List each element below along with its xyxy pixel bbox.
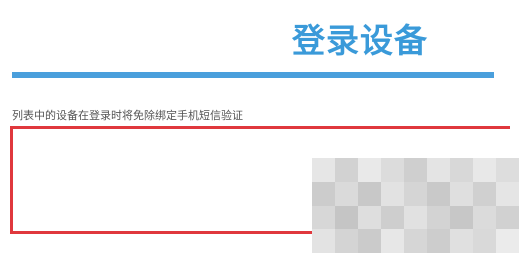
mosaic-cell	[312, 181, 335, 206]
mosaic-cell	[450, 205, 473, 230]
mosaic-cell	[473, 229, 496, 253]
mosaic-cell	[496, 205, 519, 230]
mosaic-cell	[358, 181, 381, 206]
mosaic-cell	[335, 158, 358, 182]
mosaic-cell	[427, 181, 450, 206]
mosaic-cell	[427, 158, 450, 182]
mosaic-cell	[473, 158, 496, 182]
mosaic-cell	[496, 158, 519, 182]
mosaic-cell	[358, 205, 381, 230]
mosaic-cell	[473, 205, 496, 230]
title-underline	[12, 72, 494, 78]
page-title: 登录设备	[292, 21, 428, 60]
mosaic-cell	[358, 229, 381, 253]
mosaic-cell	[335, 229, 358, 253]
mosaic-cell	[427, 205, 450, 230]
mosaic-cell	[496, 229, 519, 253]
mosaic-cell	[427, 229, 450, 253]
mosaic-cell	[381, 229, 404, 253]
mosaic-cell	[358, 158, 381, 182]
mosaic-cell	[404, 205, 427, 230]
mosaic-cell	[450, 229, 473, 253]
pixelated-mosaic-image	[312, 158, 519, 253]
device-list-description: 列表中的设备在登录时将免除绑定手机短信验证	[12, 109, 243, 122]
mosaic-cell	[381, 205, 404, 230]
mosaic-cell	[335, 181, 358, 206]
mosaic-cell	[404, 158, 427, 182]
mosaic-cell	[312, 229, 335, 253]
mosaic-cell	[404, 229, 427, 253]
mosaic-cell	[335, 205, 358, 230]
mosaic-cell	[496, 181, 519, 206]
mosaic-cell	[473, 181, 496, 206]
mosaic-cell	[404, 181, 427, 206]
mosaic-cell	[450, 181, 473, 206]
mosaic-cell	[312, 158, 335, 182]
mosaic-cell	[450, 158, 473, 182]
mosaic-cell	[381, 181, 404, 206]
mosaic-cell	[381, 158, 404, 182]
mosaic-cell	[312, 205, 335, 230]
